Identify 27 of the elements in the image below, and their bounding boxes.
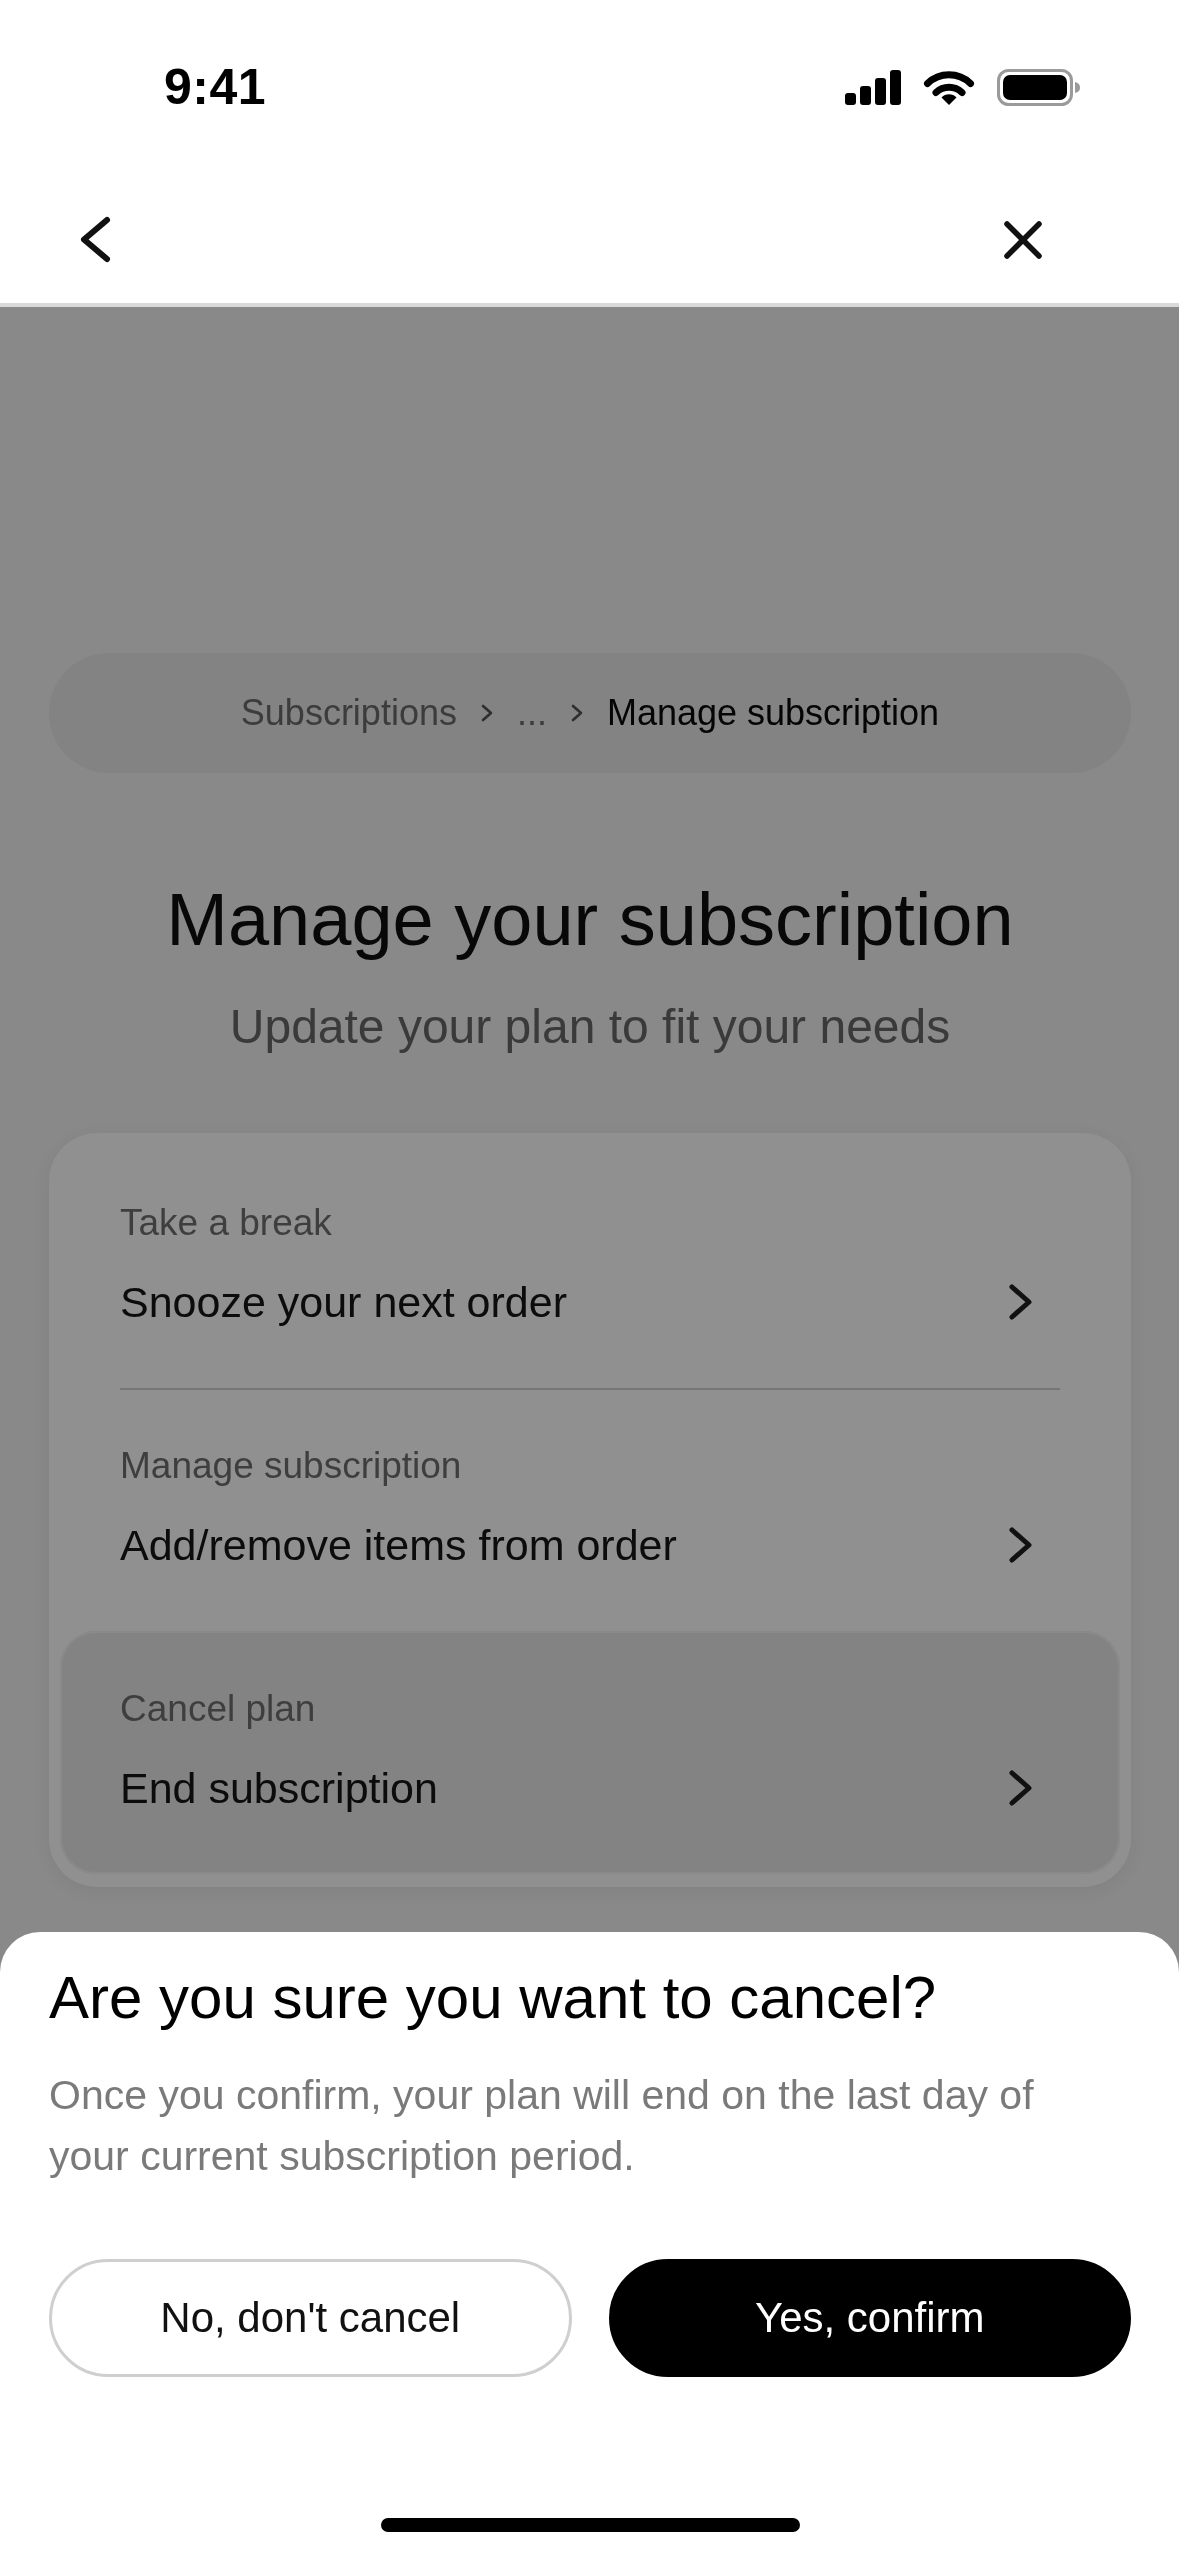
confirm-button[interactable]: Yes, confirm xyxy=(608,2259,1131,2377)
option-title: Snooze your next order xyxy=(120,1277,567,1328)
close-icon[interactable] xyxy=(1003,219,1043,260)
dialog-message: Once you confirm, your plan will end on the last day of your current subscription period. xyxy=(49,2071,1035,2181)
option-title: End subscription xyxy=(120,1763,438,1814)
chevron-right-icon xyxy=(480,704,493,722)
dismiss-button[interactable]: No, don't cancel xyxy=(49,2259,572,2377)
option-row[interactable]: Take a break Snooze your next order xyxy=(60,1145,1120,1388)
status-time: 9:41 xyxy=(164,62,267,112)
battery-icon xyxy=(997,68,1081,106)
wifi-icon xyxy=(923,68,975,106)
option-row[interactable]: Cancel plan End subscription xyxy=(60,1631,1120,1874)
option-label: Cancel plan xyxy=(120,1687,317,1731)
chevron-right-icon xyxy=(570,704,583,722)
back-icon[interactable] xyxy=(78,216,112,263)
option-label: Manage subscription xyxy=(120,1444,463,1488)
dialog-title: Are you sure you want to cancel? xyxy=(49,1963,938,2033)
breadcrumb-current: Manage subscription xyxy=(606,695,940,731)
chevron-right-icon xyxy=(1008,1769,1034,1807)
option-row[interactable]: Manage subscription Add/remove items from order xyxy=(60,1388,1120,1631)
chevron-right-icon xyxy=(1008,1283,1034,1321)
option-label: Take a break xyxy=(120,1201,333,1245)
page-subtitle: Update your plan to fit your needs xyxy=(228,999,952,1055)
signal-icon xyxy=(845,69,901,105)
chevron-right-icon xyxy=(1008,1526,1034,1564)
page-title: Manage your subscription xyxy=(165,877,1015,963)
option-title: Add/remove items from order xyxy=(120,1520,677,1571)
